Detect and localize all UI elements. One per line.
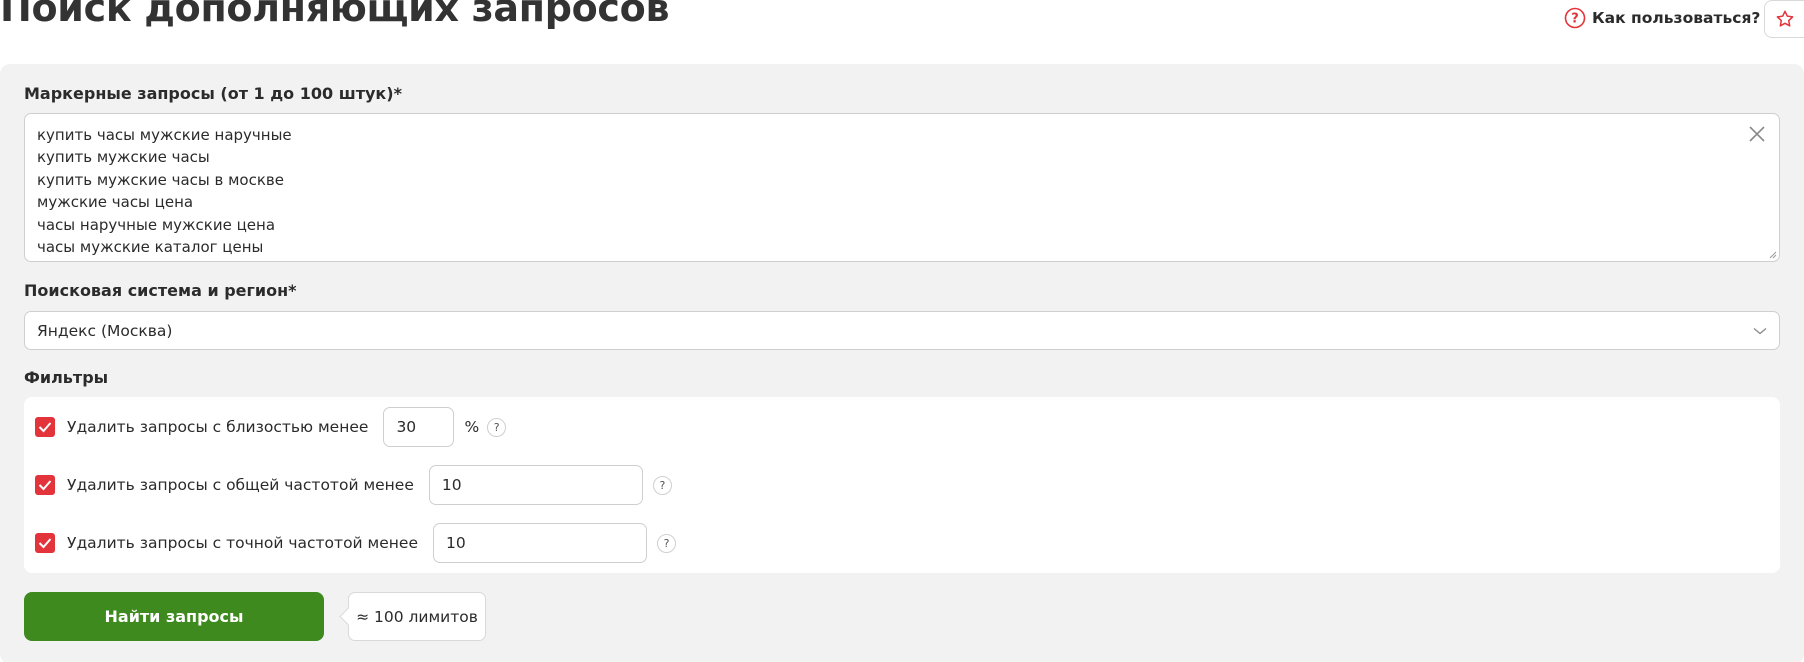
resize-handle-icon[interactable] (1767, 249, 1777, 259)
limits-cost-badge: ≈ 100 лимитов (348, 592, 486, 641)
query-line: купить мужские часы (37, 148, 210, 167)
query-line: купить мужские часы в москве (37, 170, 284, 189)
filter-similarity: Удалить запросы с близостью менее 30 % ? (35, 407, 507, 447)
filter-exact-frequency-label: Удалить запросы с точной частотой менее (67, 534, 418, 552)
filters-box: Удалить запросы с близостью менее 30 % ?… (24, 397, 1780, 573)
query-line: часы наручные мужские цена (37, 215, 276, 234)
help-tooltip-icon[interactable]: ? (652, 475, 672, 495)
filter-exact-frequency-input[interactable]: 10 (433, 523, 647, 563)
star-icon (1776, 10, 1793, 27)
favorite-button[interactable] (1764, 0, 1804, 38)
checkmark-icon (38, 480, 52, 491)
filter-similarity-input[interactable]: 30 (383, 407, 455, 447)
filters-label: Фильтры (24, 368, 109, 387)
query-line: купить часы мужские наручные (37, 126, 292, 144)
help-link-label: Как пользоваться? (1592, 9, 1761, 27)
filter-total-frequency-value: 10 (441, 476, 462, 494)
query-line: мужские часы цена (37, 193, 194, 212)
find-queries-button[interactable]: Найти запросы (24, 592, 324, 641)
page-title: Поиск дополняющих запросов (0, 0, 670, 30)
filter-similarity-checkbox[interactable] (35, 417, 55, 437)
engine-select-value: Яндекс (Москва) (37, 321, 173, 340)
filter-exact-frequency-value: 10 (446, 534, 466, 552)
filter-similarity-label: Удалить запросы с близостью менее (67, 418, 369, 436)
engine-label: Поисковая система и регион* (24, 281, 297, 300)
question-circle-icon: ? (1564, 7, 1586, 29)
queries-label: Маркерные запросы (от 1 до 100 штук)* (24, 84, 402, 103)
close-icon[interactable] (1747, 124, 1767, 144)
engine-select[interactable]: Яндекс (Москва) (24, 311, 1780, 350)
checkmark-icon (38, 422, 52, 433)
chevron-down-icon (1753, 327, 1767, 334)
checkmark-icon (38, 538, 52, 549)
help-tooltip-icon[interactable]: ? (487, 417, 507, 437)
filter-total-frequency-input[interactable]: 10 (428, 465, 643, 505)
queries-textarea[interactable]: купить часы мужские наручные купить мужс… (24, 113, 1780, 262)
filter-total-frequency-label: Удалить запросы с общей частотой менее (67, 476, 414, 494)
filter-exact-frequency-checkbox[interactable] (35, 533, 55, 553)
filter-exact-frequency: Удалить запросы с точной частотой менее … (35, 523, 676, 563)
filter-similarity-value: 30 (396, 418, 417, 436)
filter-total-frequency: Удалить запросы с общей частотой менее 1… (35, 465, 672, 505)
limits-cost-text: ≈ 100 лимитов (356, 607, 478, 626)
filter-total-frequency-checkbox[interactable] (35, 475, 55, 495)
query-line: часы мужские каталог цены (37, 238, 264, 257)
percent-unit: % (464, 418, 480, 436)
help-tooltip-icon[interactable]: ? (657, 533, 676, 553)
svg-text:?: ? (1571, 12, 1579, 27)
help-link[interactable]: ? Как пользоваться? (1564, 6, 1760, 30)
